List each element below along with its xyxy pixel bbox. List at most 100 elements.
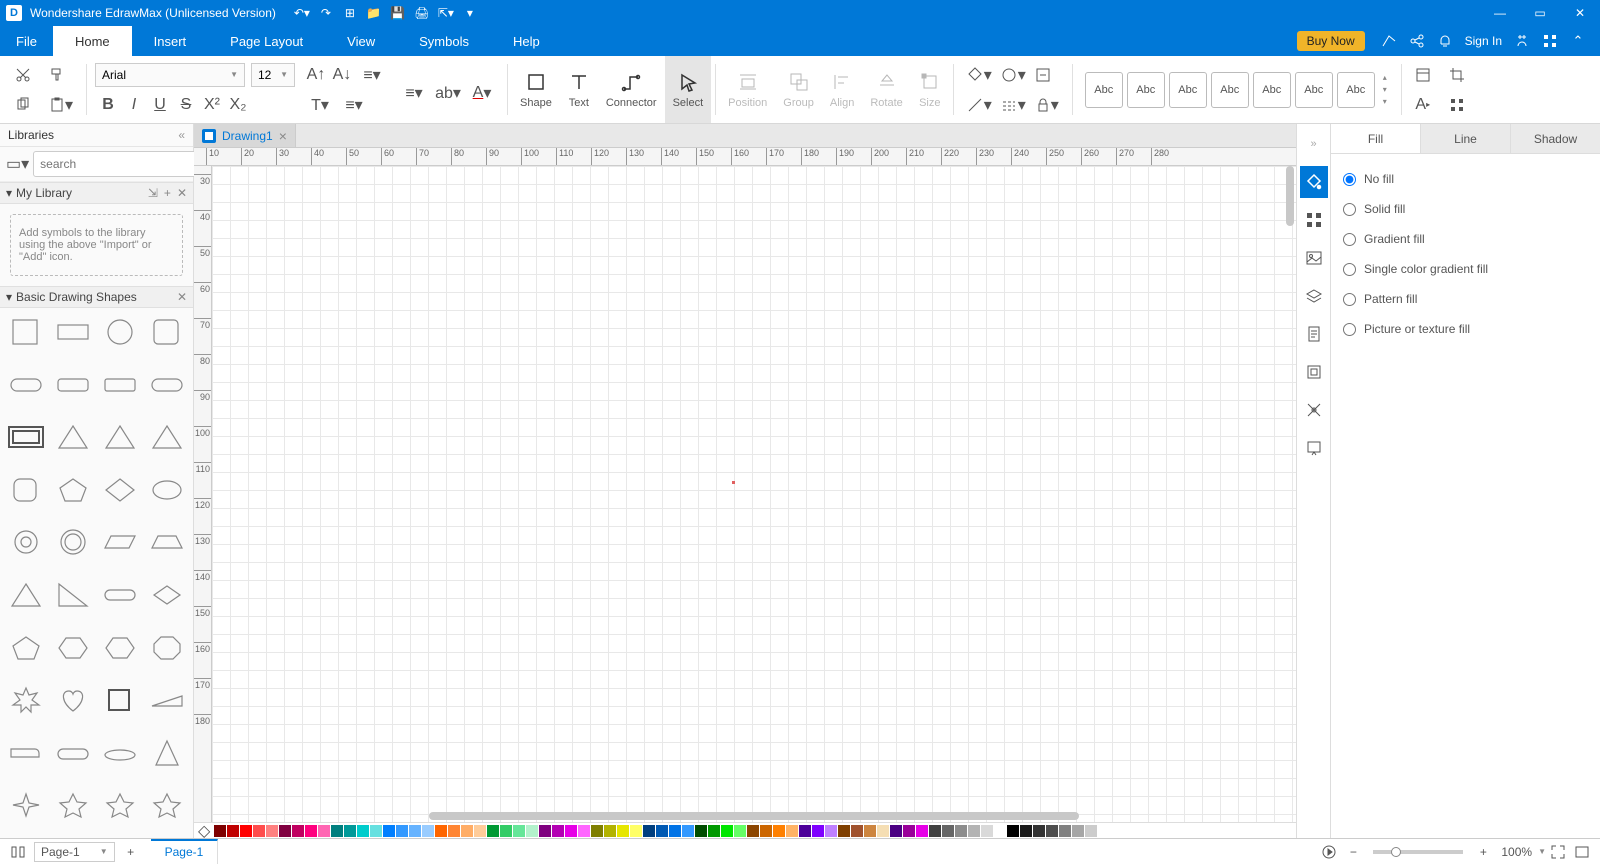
color-swatch[interactable]: [474, 825, 486, 837]
color-swatch[interactable]: [604, 825, 616, 837]
format-painter-icon[interactable]: [44, 63, 70, 87]
color-swatch[interactable]: [331, 825, 343, 837]
text-tool[interactable]: Text: [560, 56, 598, 123]
add-page-button[interactable]: +: [119, 840, 143, 864]
close-tab-icon[interactable]: ×: [279, 128, 287, 144]
color-swatch[interactable]: [812, 825, 824, 837]
prop-tab-shadow[interactable]: Shadow: [1511, 124, 1600, 153]
components-panel-icon[interactable]: [1300, 356, 1328, 388]
case-icon[interactable]: T▾: [303, 93, 337, 117]
shape-rounded-sq2[interactable]: [4, 472, 47, 508]
no-color-swatch[interactable]: ◇: [198, 821, 210, 841]
color-swatch[interactable]: [643, 825, 655, 837]
document-tab[interactable]: Drawing1 ×: [194, 124, 296, 147]
color-swatch[interactable]: [721, 825, 733, 837]
shape-diamond[interactable]: [99, 472, 142, 508]
quick-style-2[interactable]: Abc: [1127, 72, 1165, 108]
color-swatch[interactable]: [825, 825, 837, 837]
shape-pentagon[interactable]: [51, 472, 94, 508]
minimize-button[interactable]: —: [1480, 1, 1520, 25]
radio-single-gradient-fill[interactable]: Single color gradient fill: [1343, 254, 1588, 284]
radio-gradient-fill[interactable]: Gradient fill: [1343, 224, 1588, 254]
zoom-slider[interactable]: [1373, 850, 1463, 854]
color-swatch[interactable]: [617, 825, 629, 837]
bullets-icon[interactable]: ≡▾: [397, 81, 431, 105]
shape-tab[interactable]: [4, 735, 47, 771]
lock-icon[interactable]: ▾: [1030, 93, 1064, 117]
menu-help[interactable]: Help: [491, 26, 562, 56]
quick-style-1[interactable]: Abc: [1085, 72, 1123, 108]
shape-capsule[interactable]: [99, 577, 142, 613]
shape-heart[interactable]: [51, 682, 94, 718]
color-swatch[interactable]: [708, 825, 720, 837]
layers-panel-icon[interactable]: [1300, 280, 1328, 312]
shape-cylinder[interactable]: [99, 735, 142, 771]
fullscreen-icon[interactable]: [1570, 840, 1594, 864]
bold-icon[interactable]: B: [95, 93, 121, 117]
sign-in-link[interactable]: Sign In: [1459, 34, 1508, 48]
open-button[interactable]: 📁: [362, 1, 386, 25]
prop-tab-fill[interactable]: Fill: [1331, 124, 1421, 153]
page-panel-icon[interactable]: [1300, 318, 1328, 350]
customize-qat-button[interactable]: ▾: [458, 1, 482, 25]
line-color-icon[interactable]: ▾: [962, 93, 996, 117]
color-swatch[interactable]: [903, 825, 915, 837]
color-swatch[interactable]: [227, 825, 239, 837]
color-swatch[interactable]: [357, 825, 369, 837]
menu-home[interactable]: Home: [53, 26, 132, 56]
color-swatch[interactable]: [578, 825, 590, 837]
apps-icon[interactable]: [1536, 27, 1564, 55]
text-direction-icon[interactable]: ab▾: [431, 81, 465, 105]
page-list-icon[interactable]: [6, 840, 30, 864]
color-swatch[interactable]: [851, 825, 863, 837]
color-swatch[interactable]: [396, 825, 408, 837]
shape-triangle3[interactable]: [146, 419, 189, 455]
shape-parallelogram[interactable]: [99, 524, 142, 560]
close-section-icon[interactable]: ✕: [177, 290, 187, 304]
close-button[interactable]: ✕: [1560, 1, 1600, 25]
font-panel-icon[interactable]: A▸: [1410, 93, 1436, 117]
color-swatch[interactable]: [448, 825, 460, 837]
strikethrough-icon[interactable]: S: [173, 93, 199, 117]
menu-file[interactable]: File: [0, 26, 53, 56]
color-swatch[interactable]: [877, 825, 889, 837]
font-color-icon[interactable]: A▾: [465, 81, 499, 105]
color-swatch[interactable]: [552, 825, 564, 837]
shape-star4[interactable]: [4, 787, 47, 823]
color-swatch[interactable]: [292, 825, 304, 837]
vertical-scrollbar[interactable]: [1286, 166, 1294, 226]
color-swatch[interactable]: [513, 825, 525, 837]
radio-solid-fill[interactable]: Solid fill: [1343, 194, 1588, 224]
color-swatch[interactable]: [409, 825, 421, 837]
color-swatch[interactable]: [500, 825, 512, 837]
share-icon[interactable]: [1403, 27, 1431, 55]
shape-rectangle[interactable]: [51, 314, 94, 350]
style-up[interactable]: ▴: [1379, 72, 1391, 84]
color-swatch[interactable]: [955, 825, 967, 837]
menu-symbols[interactable]: Symbols: [397, 26, 491, 56]
shape-square2[interactable]: [99, 682, 142, 718]
color-swatch[interactable]: [656, 825, 668, 837]
shape-wedge[interactable]: [146, 682, 189, 718]
color-swatch[interactable]: [669, 825, 681, 837]
shape-star6[interactable]: [99, 787, 142, 823]
shape-triangle2[interactable]: [99, 419, 142, 455]
shape-tab2[interactable]: [51, 735, 94, 771]
superscript-icon[interactable]: X²: [199, 93, 225, 117]
redo-button[interactable]: ↷: [314, 1, 338, 25]
color-swatch[interactable]: [370, 825, 382, 837]
shape-style-icon[interactable]: [1030, 63, 1056, 87]
play-icon[interactable]: [1317, 840, 1341, 864]
fit-page-icon[interactable]: [1546, 840, 1570, 864]
horizontal-scrollbar[interactable]: [429, 812, 1079, 820]
shape-hexagon2[interactable]: [99, 630, 142, 666]
shape-tool[interactable]: Shape: [512, 56, 560, 123]
shape-effect-icon[interactable]: ▾: [996, 63, 1030, 87]
shape-frame[interactable]: [4, 419, 47, 455]
color-swatch[interactable]: [786, 825, 798, 837]
grid-panel-icon[interactable]: [1300, 204, 1328, 236]
color-swatch[interactable]: [305, 825, 317, 837]
decrease-font-icon[interactable]: A↓: [329, 63, 355, 87]
shape-rounded-square[interactable]: [146, 314, 189, 350]
maximize-button[interactable]: ▭: [1520, 1, 1560, 25]
